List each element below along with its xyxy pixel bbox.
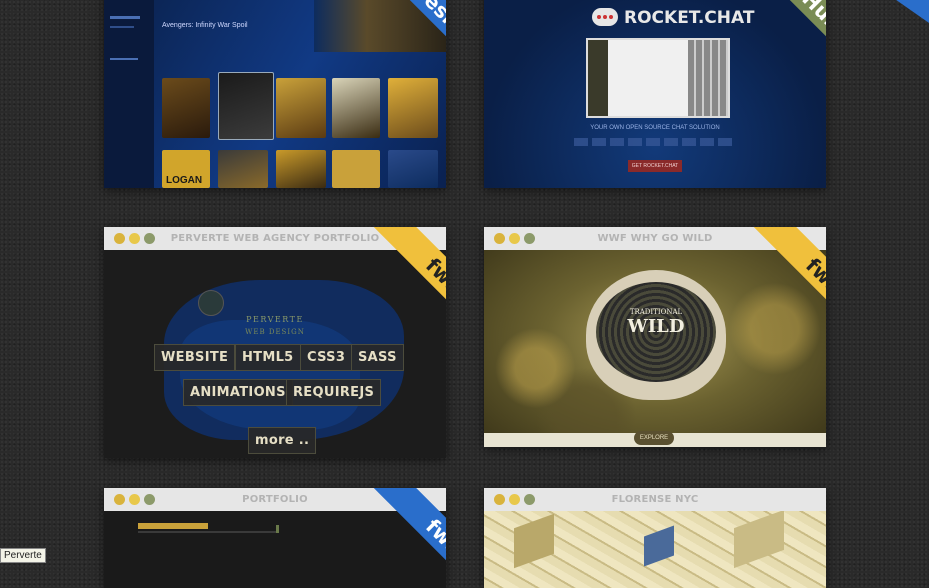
window-dot — [524, 494, 535, 505]
poster[interactable] — [218, 72, 274, 140]
window-dot — [129, 233, 140, 244]
card-title: FLORENSE NYC — [611, 494, 699, 505]
poster[interactable] — [388, 78, 438, 138]
project-card-wwf[interactable]: WWF WHY GO WILD TRADITIONAL WILD EXPLORE… — [484, 227, 826, 447]
poster[interactable] — [276, 150, 326, 188]
tag-animations[interactable]: ANIMATIONS — [183, 379, 293, 406]
wwf-badge: TRADITIONAL WILD — [614, 292, 698, 352]
marker — [276, 525, 279, 533]
poster[interactable]: LOGAN — [162, 150, 210, 188]
project-card-movies[interactable]: Avengers: Infinity War Spoil LOGAN esh — [104, 0, 446, 188]
tag-html5[interactable]: HTML5 — [235, 344, 301, 371]
explore-button[interactable]: EXPLORE — [634, 431, 674, 445]
rocketchat-logo: ROCKET.CHAT — [624, 8, 755, 28]
map-shape — [180, 320, 360, 430]
poster[interactable] — [332, 78, 380, 138]
city-block — [514, 513, 554, 569]
poster[interactable] — [388, 150, 438, 188]
city-block — [734, 511, 784, 569]
brand-line1: PERVERTE — [246, 315, 304, 324]
badge-line1: TRADITIONAL — [629, 307, 683, 316]
rocketchat-screenshot: ROCKET.CHAT YOUR OWN OPEN SOURCE CHAT SO… — [484, 0, 826, 188]
badge-line2: WILD — [627, 315, 685, 337]
window-dot — [144, 233, 155, 244]
poster[interactable] — [276, 78, 326, 138]
project-card-rocketchat[interactable]: ROCKET.CHAT YOUR OWN OPEN SOURCE CHAT SO… — [484, 0, 826, 188]
card-title: PERVERTE WEB AGENCY PORTFOLIO — [170, 233, 380, 244]
window-dot — [524, 233, 535, 244]
browser-bar: FLORENSE NYC — [484, 488, 826, 511]
poster-title: LOGAN — [166, 175, 203, 186]
movies-sidebar — [104, 0, 154, 188]
poster[interactable] — [332, 150, 380, 188]
window-dot — [114, 233, 125, 244]
project-card-florense[interactable]: FLORENSE NYC — [484, 488, 826, 588]
window-dot — [129, 494, 140, 505]
city-block — [644, 525, 674, 567]
project-card-perverte[interactable]: PERVERTE WEB AGENCY PORTFOLIO PERVERTE W… — [104, 227, 446, 458]
project-card-portfolio[interactable]: PORTFOLIO fwa — [104, 488, 446, 588]
brand-line2: WEB DESIGN — [245, 328, 305, 336]
window-dots — [494, 233, 535, 244]
page-corner-ribbon — [863, 0, 929, 47]
more-tags[interactable]: more .. — [248, 427, 317, 454]
window-dot — [114, 494, 125, 505]
perverte-screenshot: PERVERTE WEB DESIGN WEBSITE HTML5 CSS3 S… — [104, 250, 446, 458]
movies-screenshot: Avengers: Infinity War Spoil LOGAN — [104, 0, 446, 188]
chat-bubble-icon — [592, 8, 618, 26]
logo-circle — [198, 290, 224, 316]
tagline: YOUR OWN OPEN SOURCE CHAT SOLUTION — [590, 125, 720, 131]
window-dot — [509, 494, 520, 505]
window-dot — [144, 494, 155, 505]
window-dot — [509, 233, 520, 244]
florense-screenshot — [484, 511, 826, 588]
poster[interactable] — [162, 78, 210, 138]
progress-bar — [138, 523, 208, 529]
tag-requirejs[interactable]: REQUIREJS — [286, 379, 382, 406]
window-dot — [494, 233, 505, 244]
poster[interactable] — [218, 150, 268, 188]
wwf-screenshot: TRADITIONAL WILD EXPLORE — [484, 250, 826, 447]
progress-track — [138, 531, 278, 533]
card-title: PORTFOLIO — [242, 494, 308, 505]
app-preview — [586, 38, 730, 118]
get-rocketchat-button[interactable]: GET ROCKET.CHAT — [628, 160, 682, 172]
hover-tooltip: Perverte — [0, 548, 46, 563]
window-dot — [494, 494, 505, 505]
card-title: WWF WHY GO WILD — [597, 233, 713, 244]
window-dots — [114, 494, 155, 505]
portfolio-screenshot — [104, 511, 446, 588]
tag-css3[interactable]: CSS3 — [300, 344, 353, 371]
tagline-body — [574, 138, 734, 146]
window-dots — [494, 494, 535, 505]
tag-sass[interactable]: SASS — [351, 344, 404, 371]
movies-subtitle: Avengers: Infinity War Spoil — [162, 22, 248, 29]
tag-website[interactable]: WEBSITE — [154, 344, 236, 371]
window-dots — [114, 233, 155, 244]
